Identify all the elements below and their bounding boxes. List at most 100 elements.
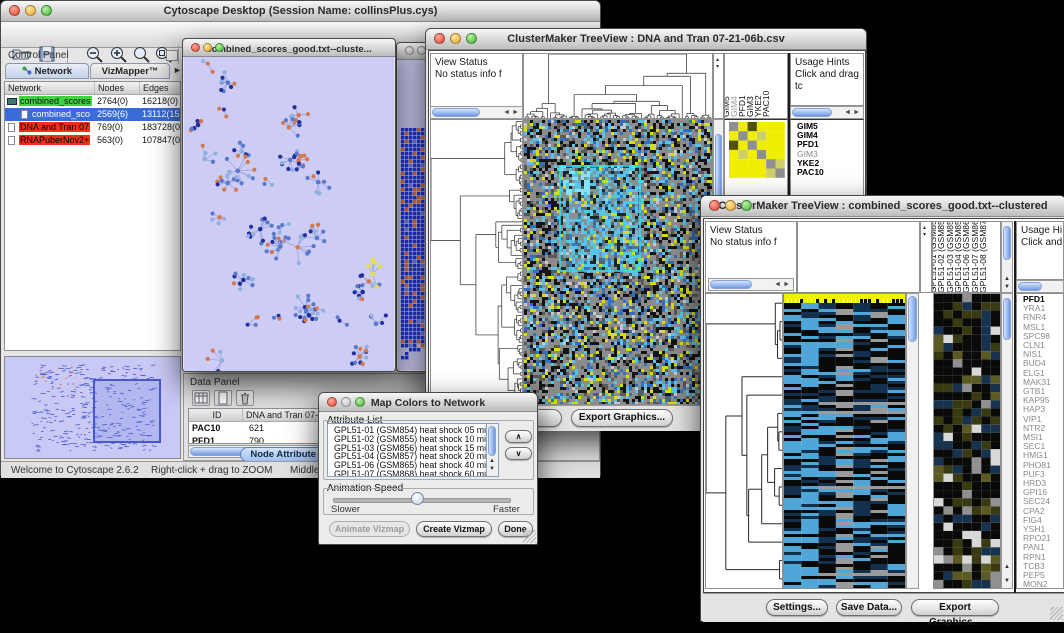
view-status-panel: View StatusNo status info f ◄► xyxy=(705,221,797,293)
desktop: Cytoscape Desktop (Session Name: collins… xyxy=(0,0,1064,633)
faster-label: Faster xyxy=(493,504,520,515)
row-label[interactable]: PAC10 xyxy=(794,168,863,177)
attribute-list-item[interactable]: GPL51-07 (GSM868) heat shock 60 min xyxy=(331,470,498,477)
close-button[interactable] xyxy=(191,43,200,52)
usage-hints-panel: Usage HintsClick and drag tc xyxy=(790,53,864,106)
column-labels-panel: GPL51-01 (GSM854)GPL51-02 (GSM855)GPL51-… xyxy=(932,221,1001,293)
resize-grip[interactable] xyxy=(523,530,536,543)
view-status-hscrollbar[interactable]: ◄► xyxy=(708,278,794,291)
float-panel-icon[interactable] xyxy=(166,50,178,61)
close-button[interactable] xyxy=(327,397,337,407)
resize-grip[interactable] xyxy=(1050,607,1063,620)
table-row-combined-scores[interactable]: combined_scores 2764(0) 16218(0) xyxy=(5,95,180,108)
col-network[interactable]: Network xyxy=(5,82,95,94)
document-icon xyxy=(8,136,15,145)
table-row-dna-tran[interactable]: DNA and Tran 07 769(0) 183728(0) xyxy=(5,121,180,134)
col-nodes[interactable]: Nodes xyxy=(95,82,140,94)
status-welcome: Welcome to Cytoscape 2.6.2 xyxy=(11,465,139,476)
control-panel-title: Control Panel xyxy=(8,50,69,61)
col-id[interactable]: ID xyxy=(189,409,243,421)
gene-labels-panel: PFD1YRA1RNR4MSL1SPC98CLN1NIS1BUD4ELG1MAK… xyxy=(1016,293,1064,589)
map-colors-dialog: Map Colors to Network Attribute List GPL… xyxy=(318,392,538,545)
treeview-dna-title: ClusterMaker TreeView : DNA and Tran 07-… xyxy=(507,33,785,45)
zoom-window-button[interactable] xyxy=(466,33,477,44)
tab-network[interactable]: Network xyxy=(5,63,89,79)
tab-vizmapper[interactable]: VizMapper™ xyxy=(90,63,170,79)
dendrogram-scroll-strip[interactable]: ▴▾ xyxy=(920,221,932,293)
export-graphics-button[interactable]: Export Graphics... xyxy=(911,599,999,616)
table-row-combined-sco-selected[interactable]: combined_sco 2569(6) 13112(15) xyxy=(5,108,180,121)
minimize-button[interactable] xyxy=(25,5,36,16)
status-zoom-hint: Right-click + drag to ZOOM xyxy=(151,465,272,476)
treeview-combined-title-bar[interactable]: ClusterMaker TreeView : combined_scores_… xyxy=(701,196,1064,217)
close-button[interactable] xyxy=(9,5,20,16)
attribute-list: GPL51-01 (GSM854) heat shock 05 minGPL51… xyxy=(327,423,499,477)
close-button[interactable] xyxy=(405,46,414,55)
gene-label[interactable]: MON2 xyxy=(1020,580,1063,589)
delete-attribute-button[interactable] xyxy=(236,390,254,406)
column-labels-vscrollbar[interactable]: ▲▼ xyxy=(1001,221,1013,293)
treeview-dna-title-bar[interactable]: ClusterMaker TreeView : DNA and Tran 07-… xyxy=(426,29,866,50)
settings-button[interactable]: Settings... xyxy=(766,599,828,616)
close-button[interactable] xyxy=(434,33,445,44)
column-labels-panel: GIM5GIM4PFD1GIM3YKE2PAC10 xyxy=(724,53,788,119)
zoom-window-button[interactable] xyxy=(215,43,224,52)
export-graphics-button[interactable]: Export Graphics... xyxy=(571,409,673,427)
network-table: Network Nodes Edges combined_scores 2764… xyxy=(4,81,181,351)
zoom-window-button[interactable] xyxy=(741,200,752,211)
dendrogram-scroll-strip[interactable]: ▴▾ xyxy=(713,53,724,119)
usage-hints-hscrollbar[interactable] xyxy=(1016,280,1064,293)
minimize-button[interactable] xyxy=(203,43,212,52)
move-up-button[interactable]: ∧ xyxy=(505,430,532,443)
birdseye-view[interactable] xyxy=(4,356,181,459)
document-icon xyxy=(21,110,28,119)
treeview-combined-window: ClusterMaker TreeView : combined_scores_… xyxy=(700,195,1064,622)
network-window-title: combined_scores_good.txt--cluste... xyxy=(206,44,371,55)
window-title: Cytoscape Desktop (Session Name: collins… xyxy=(164,5,438,17)
minimize-button[interactable] xyxy=(341,397,351,407)
column-dendrogram[interactable] xyxy=(523,53,713,119)
treeview-combined-button-bar: Settings... Save Data... Export Graphics… xyxy=(703,593,1064,622)
close-button[interactable] xyxy=(709,200,720,211)
dialog-title: Map Colors to Network xyxy=(371,397,485,409)
minimize-button[interactable] xyxy=(450,33,461,44)
gene-list-vscrollbar[interactable]: ▲▼ xyxy=(1001,293,1013,589)
minimize-button[interactable] xyxy=(725,200,736,211)
table-row-rnapuber[interactable]: RNAPuberNov2+ 563(0) 107847(0) xyxy=(5,134,180,147)
tab-overflow-arrow[interactable]: ► xyxy=(173,65,182,75)
network-window-title-bar[interactable]: combined_scores_good.txt--cluste... xyxy=(183,39,395,57)
column-label: PAC10 xyxy=(761,91,771,117)
animate-vizmap-button[interactable]: Animate Vizmap xyxy=(329,521,410,537)
animation-speed-slider-thumb[interactable] xyxy=(411,492,424,505)
attribute-list-vscrollbar[interactable]: ▲▼ xyxy=(486,424,498,476)
zoom-window-button[interactable] xyxy=(41,5,52,16)
create-vizmap-button[interactable]: Create Vizmap xyxy=(416,521,492,537)
usage-hints-panel: Usage HiClick and xyxy=(1016,221,1064,280)
slower-label: Slower xyxy=(331,504,360,515)
birdseye-viewport-rect[interactable] xyxy=(93,379,161,443)
main-title-bar[interactable]: Cytoscape Desktop (Session Name: collins… xyxy=(1,1,600,22)
treeview-combined-title: ClusterMaker TreeView : combined_scores_… xyxy=(718,200,1047,212)
dialog-title-bar[interactable]: Map Colors to Network xyxy=(319,393,537,412)
row-dendrogram[interactable] xyxy=(705,293,783,589)
move-down-button[interactable]: ∨ xyxy=(505,447,532,460)
document-icon xyxy=(8,123,15,132)
global-heatmap[interactable] xyxy=(523,119,713,405)
col-edges[interactable]: Edges xyxy=(140,82,181,94)
view-status-hscrollbar[interactable]: ◄► xyxy=(430,106,523,119)
network-view-window: combined_scores_good.txt--cluste... xyxy=(182,38,396,372)
tab-network-label: Network xyxy=(35,66,72,77)
attribute-select-button[interactable] xyxy=(192,390,210,406)
new-attribute-button[interactable] xyxy=(214,390,232,406)
row-dendrogram[interactable] xyxy=(430,119,523,405)
usage-hints-hscrollbar[interactable]: ◄► xyxy=(790,106,864,119)
save-data-button[interactable]: Save Data... xyxy=(836,599,902,616)
global-heatmap[interactable] xyxy=(783,293,906,589)
network-canvas[interactable] xyxy=(184,57,394,371)
data-panel-title: Data Panel xyxy=(190,377,239,388)
column-label: GPL51-08 (GSM872) xyxy=(978,221,988,293)
column-dendrogram-empty[interactable] xyxy=(797,221,920,293)
heatmap-vscrollbar[interactable] xyxy=(906,293,919,589)
zoom-window-button[interactable] xyxy=(355,397,365,407)
zoom-heatmap-panel[interactable] xyxy=(933,293,1001,589)
